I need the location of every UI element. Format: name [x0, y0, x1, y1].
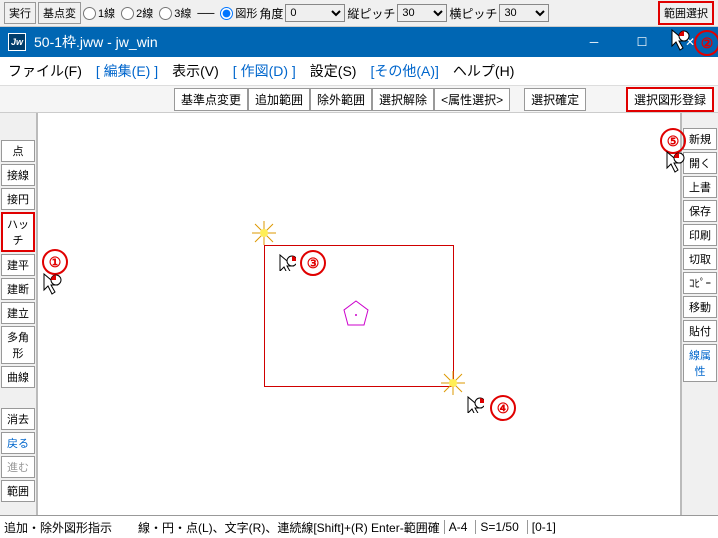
right-toolbar: 新規 開く 上書 保存 印刷 切取 ｺﾋﾟｰ 移動 貼付 線属性 [680, 113, 718, 515]
mouse-icon [665, 150, 685, 174]
tool-save[interactable]: 保存 [683, 200, 717, 222]
hpitch-combo[interactable]: 30 [499, 4, 549, 22]
badge-2: ② [694, 30, 718, 56]
minimize-button[interactable]: ─ [574, 28, 614, 56]
radio-2line[interactable]: 2線 [121, 5, 153, 21]
tool-lineattr[interactable]: 線属性 [683, 344, 717, 382]
range-select-button[interactable]: 範囲選択 [658, 1, 714, 25]
radio-shape[interactable]: 図形 [220, 5, 257, 21]
tool-print[interactable]: 印刷 [683, 224, 717, 246]
radio-1line[interactable]: 1線 [83, 5, 115, 21]
status-hint: 追加・除外図形指示 [4, 519, 112, 536]
line-mode-radios: 1線 2線 3線 ── 図形 [83, 5, 257, 21]
menu-draw[interactable]: [ 作図(D) ] [233, 61, 296, 81]
menu-file[interactable]: ファイル(F) [8, 61, 82, 81]
confirm-button[interactable]: 選択確定 [524, 88, 586, 111]
exclrange-button[interactable]: 除外範囲 [310, 88, 372, 111]
tool-hatch[interactable]: ハッチ [1, 212, 35, 252]
tool-open[interactable]: 開く [683, 152, 717, 174]
menu-bar: ファイル(F) [ 編集(E) ] 表示(V) [ 作図(D) ] 設定(S) … [0, 57, 718, 86]
tool-erase[interactable]: 消去 [1, 408, 35, 430]
tool-curve[interactable]: 曲線 [1, 366, 35, 388]
status-bar: 追加・除外図形指示 線・円・点(L)、文字(R)、連続線[Shift]+(R) … [0, 515, 718, 538]
basechange-button[interactable]: 基準点変更 [174, 88, 248, 111]
drawing-canvas[interactable] [38, 113, 680, 515]
title-bar: Jw 50-1枠.jww - jw_win ─ ☐ ✕ [0, 27, 718, 57]
star-icon [441, 371, 465, 395]
tool-cut[interactable]: 切取 [683, 248, 717, 270]
badge-3: ③ [300, 250, 326, 276]
tool-overwrite[interactable]: 上書 [683, 176, 717, 198]
mouse-icon [42, 272, 62, 296]
badge-4: ④ [490, 395, 516, 421]
window-title: 50-1枠.jww - jw_win [34, 32, 566, 52]
main-area: 点 接線 接円 ハッチ 建平 建断 建立 多角形 曲線 消去 戻る 進む 範囲 … [0, 113, 718, 515]
status-modes: 線・円・点(L)、文字(R)、連続線[Shift]+(R) Enter-範囲確 [138, 519, 440, 536]
attrselect-button[interactable]: <属性選択> [434, 88, 510, 111]
mouse-icon [670, 28, 690, 52]
tool-tancircle[interactable]: 接円 [1, 188, 35, 210]
tool-new[interactable]: 新規 [683, 128, 717, 150]
tool-move[interactable]: 移動 [683, 296, 717, 318]
selection-toolbar: 基準点変更 追加範囲 除外範囲 選択解除 <属性選択> 選択確定 選択図形登録 [0, 86, 718, 113]
options-bar: 実行 基点変 1線 2線 3線 ── 図形 角度 0 縦ピッチ 30 横ピッチ … [0, 0, 718, 27]
menu-other[interactable]: [その他(A)] [370, 61, 438, 81]
deselect-button[interactable]: 選択解除 [372, 88, 434, 111]
run-button[interactable]: 実行 [4, 2, 36, 24]
menu-settings[interactable]: 設定(S) [310, 61, 357, 81]
status-range: [0-1] [527, 520, 560, 534]
tool-poly[interactable]: 多角形 [1, 326, 35, 364]
tool-paste[interactable]: 貼付 [683, 320, 717, 342]
app-icon: Jw [8, 33, 26, 51]
pentagon-shape [341, 299, 371, 329]
status-scale: S=1/50 [475, 520, 522, 534]
mouse-icon [278, 253, 296, 271]
tool-section[interactable]: 建断 [1, 278, 35, 300]
vpitch-label: 縦ピッチ [347, 5, 395, 22]
addrange-button[interactable]: 追加範囲 [248, 88, 310, 111]
angle-combo[interactable]: 0 [285, 4, 345, 22]
radio-3line[interactable]: 3線 [159, 5, 191, 21]
left-toolbar: 点 接線 接円 ハッチ 建平 建断 建立 多角形 曲線 消去 戻る 進む 範囲 [0, 113, 38, 515]
tool-range[interactable]: 範囲 [1, 480, 35, 502]
star-icon [252, 221, 276, 245]
tool-copy[interactable]: ｺﾋﾟｰ [683, 272, 717, 294]
tool-plan[interactable]: 建平 [1, 254, 35, 276]
hpitch-label: 横ピッチ [449, 5, 497, 22]
vpitch-combo[interactable]: 30 [397, 4, 447, 22]
tool-back[interactable]: 戻る [1, 432, 35, 454]
menu-help[interactable]: ヘルプ(H) [453, 61, 514, 81]
angle-label: 角度 [259, 5, 283, 22]
tool-tangent[interactable]: 接線 [1, 164, 35, 186]
maximize-button[interactable]: ☐ [622, 28, 662, 56]
tool-point[interactable]: 点 [1, 140, 35, 162]
register-button[interactable]: 選択図形登録 [626, 87, 714, 112]
mouse-icon [466, 395, 484, 413]
status-paper: A-4 [444, 520, 472, 534]
dash-icon: ── [197, 6, 214, 20]
tool-forward[interactable]: 進む [1, 456, 35, 478]
menu-edit[interactable]: [ 編集(E) ] [96, 61, 158, 81]
menu-view[interactable]: 表示(V) [172, 61, 219, 81]
basepoint-button[interactable]: 基点変 [38, 2, 81, 24]
tool-elev[interactable]: 建立 [1, 302, 35, 324]
